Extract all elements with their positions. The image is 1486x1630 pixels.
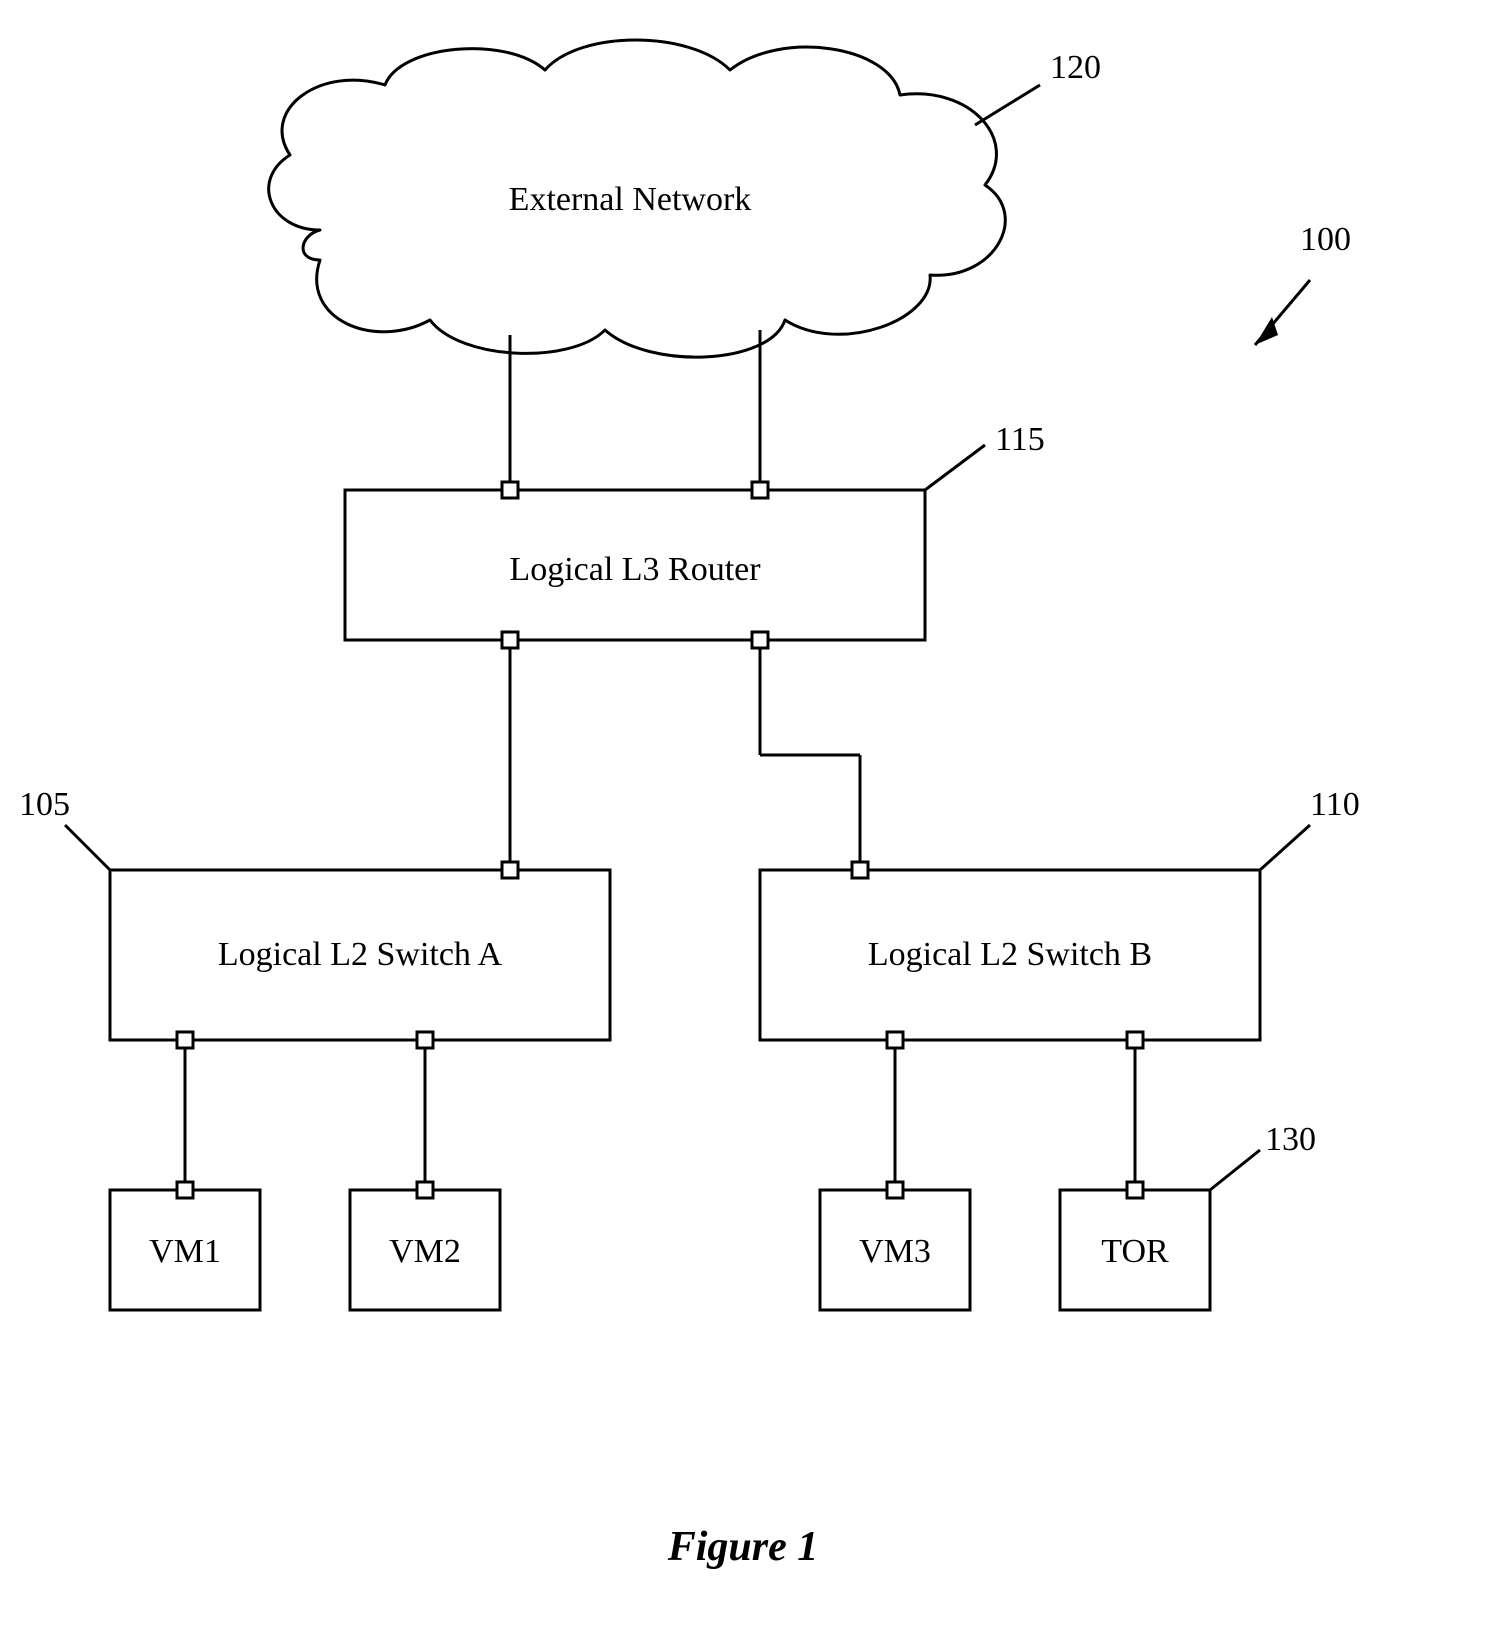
svg-text:100: 100 [1300,221,1351,258]
logical-l2-switch-a: Logical L2 Switch A [110,870,610,1040]
vm3-node: VM3 [820,1190,970,1310]
svg-text:110: 110 [1310,786,1360,823]
router-label: Logical L3 Router [509,551,761,588]
ref-120: 120 [975,49,1101,125]
ref-105: 105 [19,786,110,870]
link-router-switch-b [752,632,868,878]
ref-115: 115 [925,421,1045,490]
figure-caption: Figure 1 [667,1524,819,1570]
svg-text:115: 115 [995,421,1045,458]
ref-110: 110 [1260,786,1360,870]
link-switch-b-vm3 [887,1032,903,1198]
vm2-node: VM2 [350,1190,500,1310]
link-cloud-router-left [502,335,518,498]
vm3-label: VM3 [859,1233,931,1270]
link-cloud-router-right [752,330,768,498]
svg-text:130: 130 [1265,1121,1316,1158]
external-network-label: External Network [509,181,752,218]
svg-text:105: 105 [19,786,70,823]
external-network-cloud: External Network [269,40,1006,357]
switch-a-label: Logical L2 Switch A [218,936,503,973]
vm2-label: VM2 [389,1233,461,1270]
link-router-switch-a [502,632,518,878]
tor-label: TOR [1101,1233,1169,1270]
svg-text:120: 120 [1050,49,1101,86]
network-diagram: External Network 120 100 Logical L3 Rout… [0,0,1486,1630]
vm1-node: VM1 [110,1190,260,1310]
switch-b-label: Logical L2 Switch B [868,936,1152,973]
tor-node: TOR [1060,1190,1210,1310]
ref-130: 130 [1210,1121,1316,1190]
link-switch-b-tor [1127,1032,1143,1198]
logical-l3-router: Logical L3 Router [345,490,925,640]
vm1-label: VM1 [149,1233,221,1270]
logical-l2-switch-b: Logical L2 Switch B [760,870,1260,1040]
ref-100: 100 [1255,221,1351,345]
link-switch-a-vm1 [177,1032,193,1198]
link-switch-a-vm2 [417,1032,433,1198]
